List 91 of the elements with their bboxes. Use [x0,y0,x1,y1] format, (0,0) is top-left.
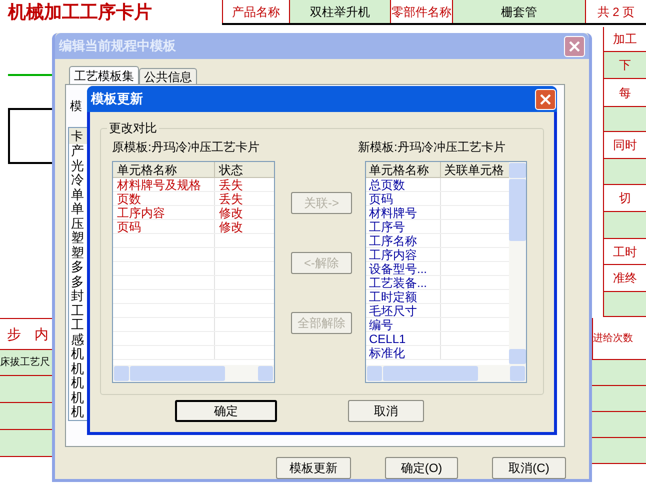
old-cell-list[interactable]: 单元格名称 状态 材料牌号及规格 丢失 页数 丢失 工序内容 修改 页码 修改 [112,161,275,383]
scroll-thumb[interactable] [509,179,526,241]
guide-line [8,74,52,76]
horizontal-scrollbar[interactable] [366,365,526,382]
list-item[interactable]: 机 [69,405,90,420]
cell-name[interactable]: 材料牌号 [369,206,417,220]
list-item[interactable]: 单 [69,188,90,202]
list-item[interactable]: 压 [69,216,90,232]
scroll-right-icon [258,366,273,381]
cell-status: 修改 [219,220,243,234]
scroll-down-icon [509,349,526,364]
sheet-cell [0,376,52,403]
horizontal-scrollbar[interactable] [113,365,274,382]
cell-name[interactable]: 工序名称 [369,234,417,248]
sheet-cell: 双柱举升机 [289,0,390,23]
dialog-button[interactable]: 取消(C) [492,457,566,479]
column-header[interactable]: 单元格名称 [366,162,441,177]
list-item[interactable]: 光 [69,158,90,174]
sheet-cell [592,386,646,412]
old-template-label: 原模板:丹玛冷冲压工艺卡片 [112,139,260,155]
list-item[interactable]: 工 [69,304,90,318]
sheet-heading: 内 [34,324,48,344]
column-header[interactable]: 单元格名称 [113,162,215,177]
cell-name[interactable]: CELL1 [369,332,406,346]
scroll-up-icon [509,163,526,178]
sheet-cell: 零部件名称 [390,0,452,23]
list-item[interactable]: 封 [69,289,90,304]
column-header[interactable]: 关联单元格 [441,162,509,177]
column-header[interactable]: 状态 [215,162,274,177]
close-icon [540,94,551,104]
cell-name[interactable]: 页数 [117,192,141,206]
cell-name[interactable]: 工时定额 [369,290,417,304]
dialog-button[interactable]: 模板更新 [276,457,351,479]
list-item[interactable]: 机 [69,390,90,406]
list-item[interactable]: 冷 [69,173,90,188]
cell-name[interactable]: 设备型号... [369,262,428,276]
close-button[interactable] [564,36,585,57]
sheet-cell [0,403,52,430]
card-title: 机械加工工序卡片 [8,2,152,22]
new-cell-list[interactable]: 单元格名称 关联单元格 总页数 页码 材料牌号 工序号 工序名称 工序内容 设备型号... 工艺装备... 工时定额 毛坯尺寸 编号 CELL1 标准化 [365,161,527,383]
cell-status: 丢失 [219,178,243,192]
list-item[interactable]: 产 [69,144,90,159]
cell-status: 丢失 [219,192,243,206]
window-title: 模板更新 [91,90,143,108]
cell-name[interactable]: 毛坯尺寸 [369,304,417,318]
sheet-cell [592,360,646,386]
cell-name[interactable]: 工序号 [369,220,405,234]
sheet-cell: 床拔工艺尺 [0,350,52,376]
scroll-left-icon [367,366,382,381]
cell-name[interactable]: 页码 [117,220,141,234]
sheet-cell: 栅套管 [452,0,585,23]
sheet-cell [592,412,646,438]
cell-name[interactable]: 工艺装备... [369,276,428,290]
cell-name[interactable]: 页码 [369,192,393,206]
dialog-button[interactable]: 取消 [348,400,424,422]
list-item[interactable]: 机 [69,347,90,362]
cell-name[interactable]: 工序内容 [117,206,165,220]
vertical-scrollbar[interactable] [509,162,526,365]
dialog-button[interactable]: 确定(O) [385,457,458,479]
cell-name[interactable]: 总页数 [369,178,405,192]
list-item[interactable]: 单 [69,202,90,217]
field-label: 模 [70,98,83,116]
sheet-cell: 下 [604,52,646,79]
list-item[interactable]: 工 [69,318,90,333]
list-item[interactable]: 多 [69,260,90,275]
cell-name[interactable]: 工序内容 [369,248,417,262]
dialog-button[interactable]: 确定 [175,400,277,422]
list-item[interactable]: 感 [69,332,90,348]
list-item[interactable]: 塑 [69,231,90,246]
list-item[interactable]: 机 [69,362,90,376]
cell-name[interactable]: 材料牌号及规格 [117,178,201,192]
scroll-thumb[interactable] [383,366,478,381]
window-title: 编辑当前规程中模板 [59,37,176,56]
sheet-cell [592,438,646,464]
tab[interactable]: 公共信息 [139,68,197,84]
cell-name[interactable]: 编号 [369,318,393,332]
list-item[interactable]: 塑 [69,246,90,260]
scroll-left-icon [114,366,129,381]
cell-name[interactable]: 标准化 [369,346,405,360]
close-button[interactable] [535,88,556,110]
list-item[interactable]: 机 [69,376,90,391]
list-item[interactable]: 多 [69,274,90,290]
sheet-cell [0,430,52,457]
scroll-right-icon [510,366,525,381]
new-template-label: 新模板:丹玛冷冲压工艺卡片 [358,139,506,155]
tab[interactable]: 工艺模板集 [69,66,139,84]
cell-status: 修改 [219,206,243,220]
sheet-heading: 步 [6,324,21,344]
group-label: 更改对比 [107,120,159,136]
close-icon [569,40,580,52]
scroll-thumb[interactable] [130,366,225,381]
